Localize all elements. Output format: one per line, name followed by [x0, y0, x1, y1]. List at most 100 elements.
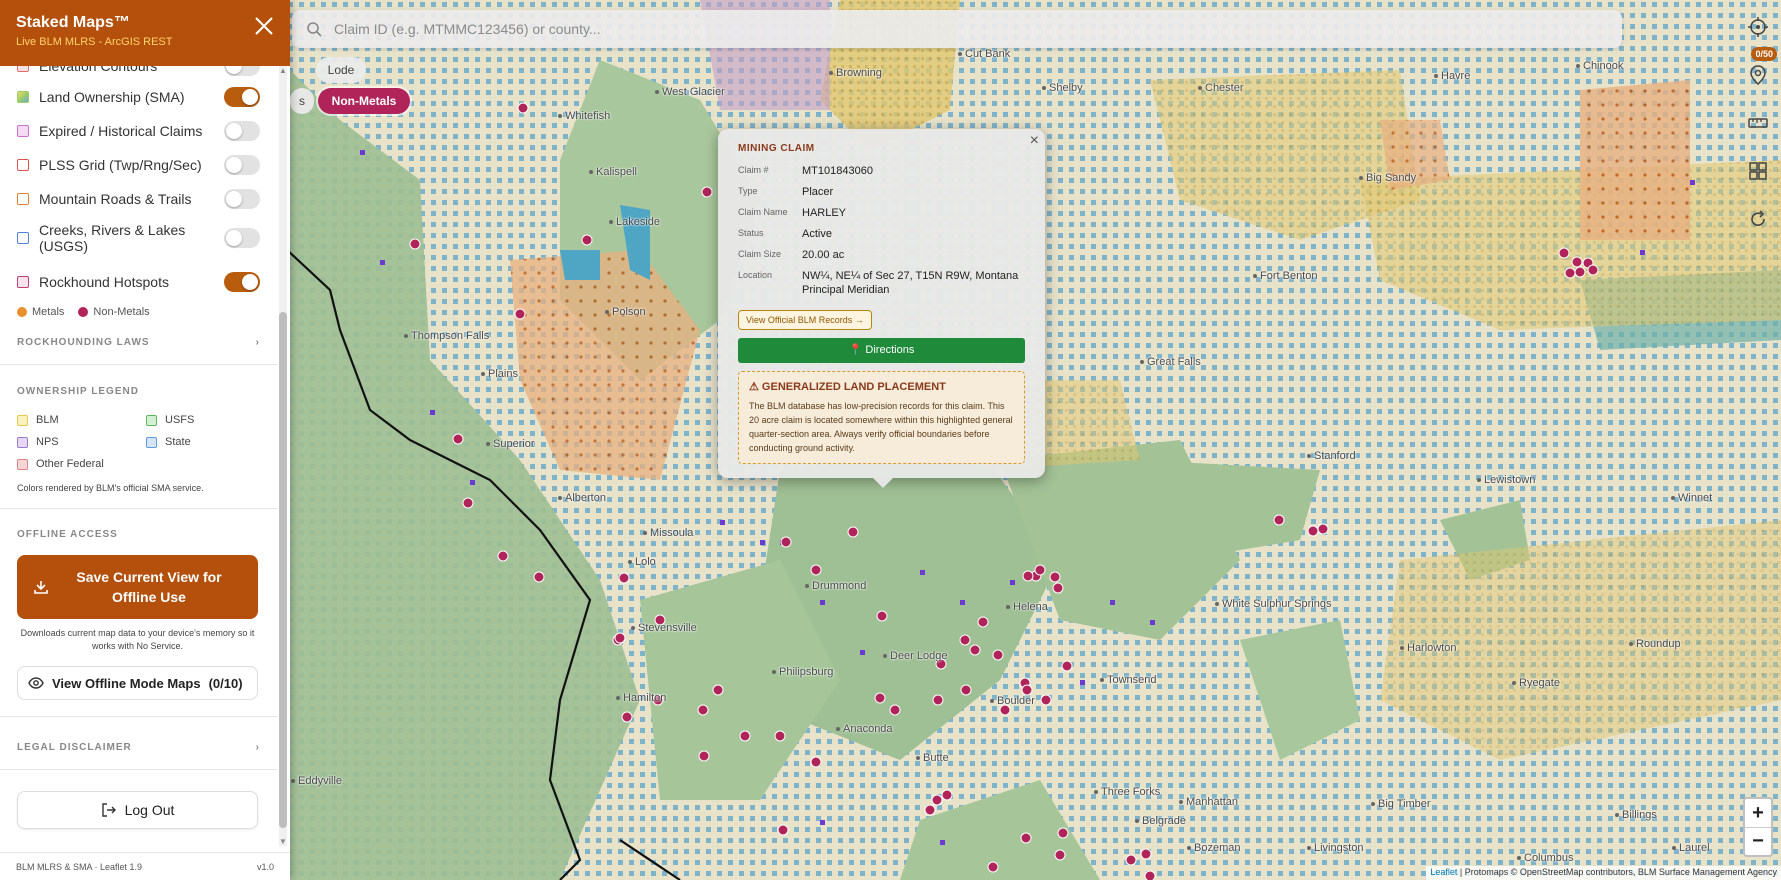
- ownership-item-state: State: [146, 436, 191, 448]
- filter-chip-partial[interactable]: s: [290, 88, 314, 114]
- filter-chip-nonmetals[interactable]: Non-Metals: [318, 88, 410, 114]
- zoom-in-button[interactable]: +: [1745, 799, 1771, 827]
- mineral-type-legend: Metals Non-Metals: [17, 306, 150, 318]
- save-offline-label: Save Current View for Offline Use: [76, 569, 222, 605]
- leaflet-link[interactable]: Leaflet: [1430, 867, 1457, 877]
- town-label: Manhattan: [1179, 796, 1238, 808]
- layer-toggle[interactable]: [224, 272, 260, 292]
- layer-mountain-roads[interactable]: Mountain Roads & Trails: [17, 189, 260, 209]
- layer-swatch: [17, 91, 29, 103]
- popup-row: Status Active: [738, 227, 1025, 241]
- map-toolbar: 0/50: [1735, 8, 1781, 248]
- scroll-down-icon[interactable]: ▼: [279, 837, 287, 846]
- directions-button[interactable]: 📍 Directions: [738, 338, 1025, 363]
- popup-row: Type Placer: [738, 185, 1025, 199]
- layer-label: Expired / Historical Claims: [39, 123, 203, 139]
- ownership-label: State: [165, 436, 191, 448]
- layer-expired-claims[interactable]: Expired / Historical Claims: [17, 121, 260, 141]
- sidebar-footer: BLM MLRS & SMA · Leaflet 1.9 v1.0: [0, 852, 290, 880]
- section-title: LEGAL DISCLAIMER: [17, 742, 132, 753]
- nonmetals-dot-icon: [78, 307, 89, 317]
- footer-version: v1.0: [256, 861, 274, 872]
- view-offline-count: (0/10): [208, 675, 243, 691]
- layer-land-ownership[interactable]: Land Ownership (SMA): [17, 87, 260, 107]
- divider: [0, 508, 278, 509]
- town-label: Thompson Falls: [404, 330, 489, 342]
- layer-toggle[interactable]: [224, 155, 260, 175]
- refresh-button[interactable]: [1739, 200, 1777, 238]
- generalized-placement-warning: ⚠ GENERALIZED LAND PLACEMENT The BLM dat…: [738, 371, 1025, 464]
- app-title: Staked Maps™: [16, 14, 130, 31]
- layer-plss-grid[interactable]: PLSS Grid (Twp/Rng/Sec): [17, 155, 260, 175]
- popup-row-value: 20.00 ac: [802, 249, 845, 261]
- ownership-swatch: [146, 436, 157, 448]
- ownership-item-usfs: USFS: [146, 414, 194, 426]
- ownership-legend-heading: OWNERSHIP LEGEND: [17, 386, 260, 397]
- town-label: Whitefish: [558, 110, 610, 122]
- layer-toggle[interactable]: [224, 121, 260, 141]
- eye-icon: [28, 677, 44, 689]
- app-subtitle: Live BLM MLRS - ArcGIS REST: [16, 36, 173, 48]
- town-label: Winnet: [1671, 492, 1712, 504]
- zoom-out-button[interactable]: −: [1745, 827, 1771, 855]
- saved-pins-button[interactable]: 0/50: [1739, 47, 1777, 94]
- town-label: Fort Benton: [1253, 270, 1317, 282]
- legal-disclaimer-section[interactable]: LEGAL DISCLAIMER ›: [17, 742, 260, 753]
- layer-label: Rockhound Hotspots: [39, 274, 169, 290]
- layer-elevation-contours[interactable]: Elevation Contours: [17, 66, 260, 76]
- layer-toggle[interactable]: [224, 228, 260, 248]
- sidebar-scrollbar[interactable]: ▲ ▼: [279, 66, 287, 846]
- layer-swatch: [17, 125, 29, 137]
- town-label: Anaconda: [836, 723, 893, 735]
- sidebar-scroll-area[interactable]: Elevation Contours Land Ownership (SMA) …: [0, 66, 290, 852]
- town-label: Great Falls: [1140, 356, 1201, 368]
- save-offline-button[interactable]: Save Current View for Offline Use: [17, 555, 258, 619]
- layer-swatch: [17, 159, 29, 171]
- metals-dot-icon: [17, 307, 27, 317]
- town-label: Hamilton: [616, 692, 666, 704]
- sidebar-panel: Staked Maps™ Live BLM MLRS - ArcGIS REST…: [0, 0, 290, 880]
- town-label: Big Sandy: [1359, 172, 1416, 184]
- ownership-label: Other Federal: [36, 458, 104, 470]
- layer-toggle[interactable]: [224, 87, 260, 107]
- town-label: Stevensville: [631, 622, 697, 634]
- town-label: Three Forks: [1094, 786, 1160, 798]
- layer-swatch: [17, 276, 29, 288]
- town-label: Drummond: [805, 580, 866, 592]
- section-title: OFFLINE ACCESS: [17, 529, 118, 540]
- ownership-item-blm: BLM: [17, 414, 59, 426]
- metals-legend-label: Metals: [32, 306, 65, 318]
- town-label: Helena: [1006, 601, 1048, 613]
- rockhounding-laws-section[interactable]: ROCKHOUNDING LAWS ›: [17, 337, 260, 348]
- attribution-text: | Protomaps © OpenStreetMap contributors…: [1457, 867, 1777, 877]
- layer-toggle[interactable]: [224, 66, 260, 76]
- layer-rockhound-hotspots[interactable]: Rockhound Hotspots: [17, 272, 260, 292]
- scrollbar-thumb[interactable]: [279, 312, 287, 828]
- view-blm-records-button[interactable]: View Official BLM Records →: [738, 310, 872, 330]
- measure-button[interactable]: [1739, 104, 1777, 142]
- popup-close-icon[interactable]: ×: [1030, 132, 1039, 150]
- town-label: Deer Lodge: [883, 650, 948, 662]
- scroll-up-icon[interactable]: ▲: [279, 66, 287, 75]
- logout-button[interactable]: Log Out: [17, 791, 258, 829]
- layer-creeks-rivers[interactable]: Creeks, Rivers & Lakes (USGS): [17, 222, 260, 254]
- warning-icon: ⚠: [749, 381, 762, 393]
- town-label: Stanford: [1307, 450, 1356, 462]
- logout-label: Log Out: [124, 802, 175, 818]
- view-offline-maps-button[interactable]: View Offline Mode Maps (0/10): [17, 666, 258, 700]
- layer-label: Mountain Roads & Trails: [39, 191, 192, 207]
- layer-label: PLSS Grid (Twp/Rng/Sec): [39, 157, 202, 173]
- download-icon: [34, 581, 48, 594]
- sidebar-header: Staked Maps™ Live BLM MLRS - ArcGIS REST: [0, 0, 290, 66]
- ruler-icon: [1748, 118, 1768, 128]
- claim-search-bar[interactable]: [292, 10, 1622, 48]
- filter-chip-lode[interactable]: Lode: [316, 57, 366, 83]
- layer-toggle[interactable]: [224, 189, 260, 209]
- ownership-swatch: [17, 458, 28, 470]
- claim-search-input[interactable]: [334, 21, 1534, 37]
- chevron-right-icon: ›: [255, 742, 260, 753]
- close-sidebar-icon[interactable]: [254, 16, 274, 36]
- locate-button[interactable]: [1739, 8, 1777, 46]
- warning-title-text: GENERALIZED LAND PLACEMENT: [761, 381, 946, 393]
- basemap-button[interactable]: [1739, 152, 1777, 190]
